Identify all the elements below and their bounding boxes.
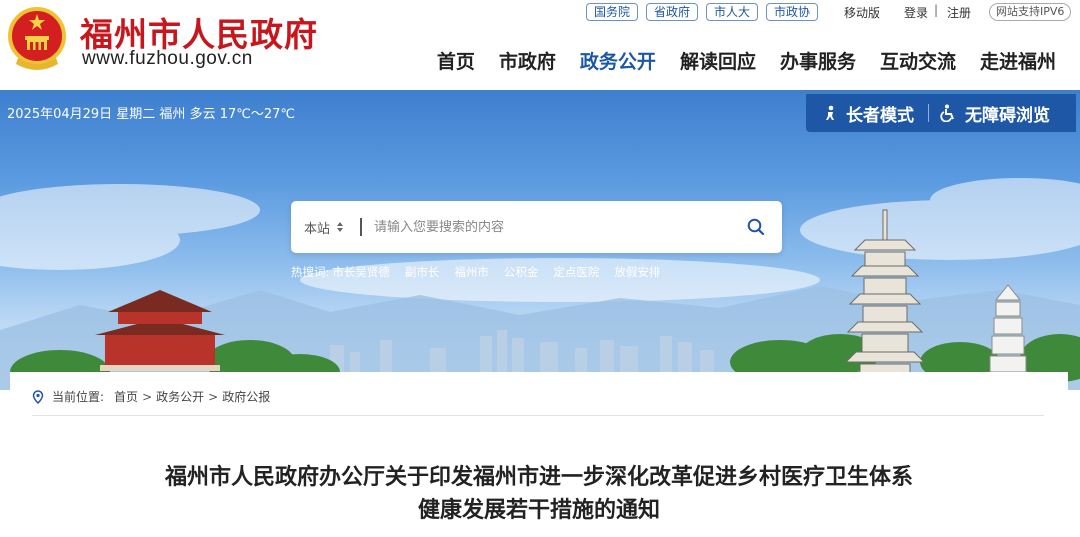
accessibility-label: 无障碍浏览 — [965, 105, 1050, 126]
article-title-line-2: 健康发展若干措施的通知 — [417, 498, 660, 523]
breadcrumb-home[interactable]: 首页 — [114, 388, 138, 405]
article-title-line-1: 福州市人民政府办公厅关于印发福州市进一步深化改革促进乡村医疗卫生体系 — [164, 465, 913, 490]
elder-mode-icon — [826, 105, 834, 120]
login-link[interactable]: 登录 — [904, 4, 928, 21]
top-link-cppcc[interactable]: 市政协 — [766, 3, 819, 21]
nav-city-government[interactable]: 市政府 — [487, 47, 568, 74]
hot-word-mayor[interactable]: 市长吴贤德 — [332, 264, 390, 280]
top-link-province[interactable]: 省政府 — [646, 3, 699, 21]
search-input[interactable] — [374, 219, 736, 235]
article-panel: 当前位置: 首页 > 政务公开 > 政府公报 福州市人民政府办公厅关于印发福州市… — [10, 372, 1068, 537]
national-emblem-icon[interactable] — [6, 6, 68, 72]
login-separator: | — [934, 3, 939, 17]
search-button[interactable] — [736, 207, 776, 247]
accessibility-button[interactable]: 无障碍浏览 — [939, 101, 1050, 126]
nav-interaction[interactable]: 互动交流 — [868, 47, 968, 74]
site-header: 福州市人民政府 www.fuzhou.gov.cn 国务院 省政府 市人大 市政… — [0, 0, 1080, 90]
hot-word-hospitals[interactable]: 定点医院 — [553, 264, 599, 280]
breadcrumb-government-affairs[interactable]: 政务公开 — [156, 388, 204, 405]
breadcrumb-government-gazette[interactable]: 政府公报 — [222, 388, 270, 405]
nav-services[interactable]: 办事服务 — [768, 47, 868, 74]
main-nav: 首页 市政府 政务公开 解读回应 办事服务 互动交流 走进福州 — [425, 47, 1068, 74]
location-pin-icon — [32, 389, 44, 404]
hot-word-fuzhou[interactable]: 福州市 — [454, 264, 489, 280]
wheelchair-icon — [940, 104, 954, 122]
breadcrumb-separator: > — [208, 389, 219, 404]
ipv6-badge: 网站支持IPV6 — [989, 3, 1072, 21]
elder-mode-label: 长者模式 — [846, 105, 914, 126]
hot-search-label: 热搜词: — [291, 265, 330, 279]
accessibility-bar: 长者模式 无障碍浏览 — [806, 94, 1076, 132]
hot-word-holidays[interactable]: 放假安排 — [614, 264, 660, 280]
breadcrumb: 当前位置: 首页 > 政务公开 > 政府公报 — [32, 388, 270, 405]
hot-search-words: 热搜词: 市长吴贤德 副市长 福州市 公积金 定点医院 放假安排 — [291, 264, 660, 280]
breadcrumb-divider — [32, 415, 1044, 416]
search-icon — [747, 218, 765, 236]
nav-about-fuzhou[interactable]: 走进福州 — [968, 47, 1068, 74]
breadcrumb-separator: > — [142, 389, 153, 404]
search-scope-select[interactable]: 本站 — [304, 218, 344, 237]
location-label: 当前位置: — [52, 390, 105, 404]
search-scope-value: 本站 — [304, 221, 331, 237]
elder-mode-button[interactable]: 长者模式 — [822, 101, 914, 126]
search-box: 本站 — [291, 201, 782, 253]
nav-interpretation[interactable]: 解读回应 — [668, 47, 768, 74]
date-weather: 2025年04月29日 星期二 福州 多云 17℃～27℃ — [7, 107, 295, 122]
hot-word-vice-mayor[interactable]: 副市长 — [405, 264, 440, 280]
sort-arrows-icon — [337, 222, 344, 232]
site-url[interactable]: www.fuzhou.gov.cn — [82, 48, 253, 70]
search-divider — [360, 218, 363, 236]
hero-banner: 2025年04月29日 星期二 福州 多云 17℃～27℃ 长者模式 无障碍浏览… — [0, 90, 1080, 390]
nav-government-affairs[interactable]: 政务公开 — [568, 47, 668, 74]
article-title: 福州市人民政府办公厅关于印发福州市进一步深化改革促进乡村医疗卫生体系 健康发展若… — [10, 461, 1068, 527]
mobile-version-link[interactable]: 移动版 — [844, 4, 880, 21]
top-links: 国务院 省政府 市人大 市政协 — [586, 3, 819, 21]
top-link-state-council[interactable]: 国务院 — [586, 3, 639, 21]
top-link-npc[interactable]: 市人大 — [706, 3, 759, 21]
register-link[interactable]: 注册 — [947, 4, 971, 21]
hot-word-housing-fund[interactable]: 公积金 — [504, 264, 539, 280]
access-divider — [928, 104, 929, 122]
nav-home[interactable]: 首页 — [425, 47, 487, 74]
